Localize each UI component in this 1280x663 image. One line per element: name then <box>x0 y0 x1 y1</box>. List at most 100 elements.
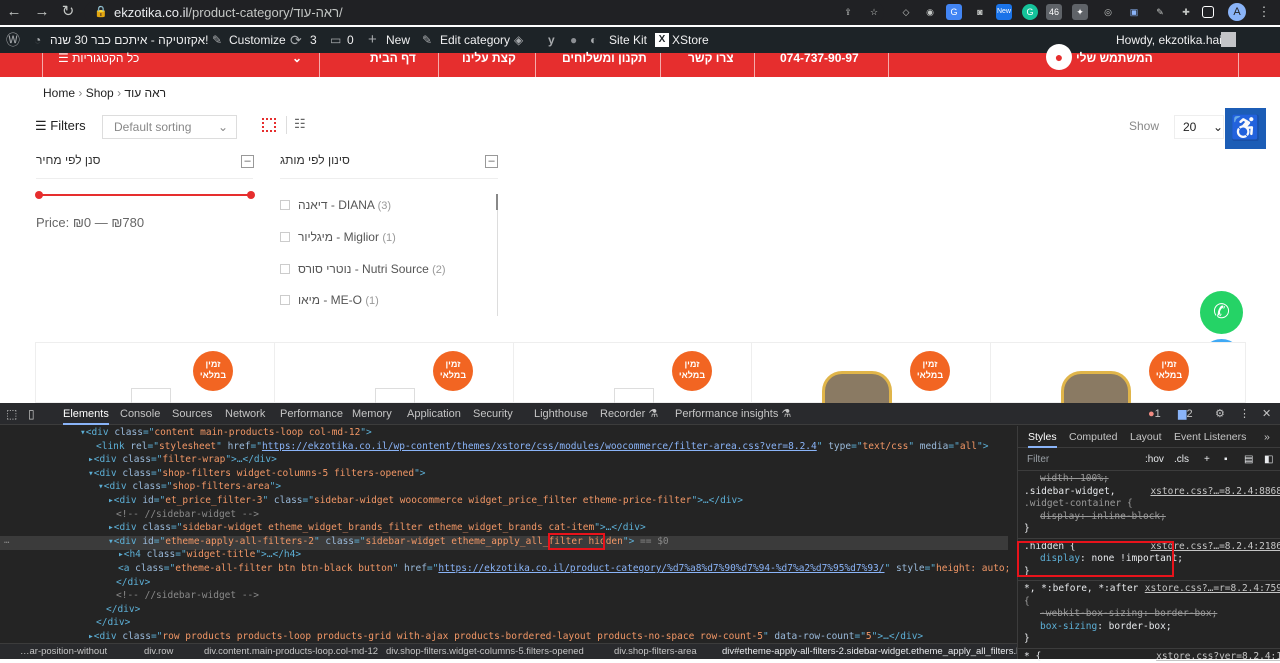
css-source-link[interactable]: xstore.css?ver=8.2.4:1 <box>1156 651 1280 663</box>
dom-node-line[interactable]: <!-- //sidebar-widget --> <box>116 589 259 602</box>
brand-item[interactable]: דיאנה - DIANA (3) <box>280 198 391 212</box>
checkbox[interactable] <box>280 264 290 274</box>
screen-icon[interactable]: ▣ <box>1126 4 1142 20</box>
settings-icon[interactable]: ⚙ <box>1215 403 1225 425</box>
dom-breadcrumb-item[interactable]: div.shop-filters-area <box>614 644 697 659</box>
style-rule-line[interactable]: width: 100%; <box>1040 473 1280 485</box>
wappalyzer-icon[interactable]: 46 <box>1046 4 1062 20</box>
ellipsis-icon[interactable]: … <box>4 536 9 546</box>
new-link[interactable]: New <box>386 27 410 53</box>
style-rule-line[interactable]: { <box>1024 596 1280 608</box>
howdy-link[interactable]: Howdy, ekzotika.haifa <box>1116 27 1232 53</box>
sidebar-toggle-icon[interactable]: ◧ <box>1264 449 1273 471</box>
chevron-right-icon[interactable]: » <box>1264 426 1270 448</box>
style-rule-line[interactable]: } <box>1024 633 1280 645</box>
all-categories-menu[interactable]: ☰ כל הקטגוריות <box>58 52 139 77</box>
more-icon[interactable]: ⋮ <box>1239 403 1250 425</box>
dom-node-line[interactable]: </div> <box>96 616 130 629</box>
checkbox[interactable] <box>280 200 290 210</box>
extension-icon[interactable]: ◇ <box>898 4 914 20</box>
dom-node-line[interactable]: <!-- //sidebar-widget --> <box>116 508 259 521</box>
tab-performance[interactable]: Performance <box>280 403 343 425</box>
translate-icon[interactable]: G <box>946 4 962 20</box>
style-rule-line[interactable]: .widget-container { <box>1024 498 1280 510</box>
error-counter[interactable]: ●1 <box>1148 403 1161 425</box>
accessibility-button[interactable]: ♿ <box>1225 108 1266 149</box>
tab-sources[interactable]: Sources <box>172 403 212 425</box>
product-card[interactable]: זמין במלאי <box>35 342 275 404</box>
css-property[interactable]: box-sizing <box>1040 621 1097 632</box>
scrollbar-thumb[interactable] <box>496 194 498 210</box>
tab-elements[interactable]: Elements <box>63 403 109 425</box>
hov-toggle[interactable]: :hov <box>1145 449 1164 471</box>
globe-icon[interactable]: ◉ <box>922 4 938 20</box>
style-rule-line[interactable]: *, *:before, *:after xstore.css?…=r=8.2.4… <box>1024 583 1280 595</box>
css-property[interactable]: width <box>1040 473 1069 484</box>
user-account-icon[interactable]: ● <box>1046 44 1072 70</box>
css-source-link[interactable]: xstore.css?…=r=8.2.4:759 <box>1145 583 1280 595</box>
dom-node-line[interactable]: <link rel="stylesheet" href="https://ekz… <box>96 440 988 453</box>
style-rule-line[interactable]: -webkit-box-sizing: border-box; <box>1040 608 1280 620</box>
message-counter[interactable]: ▆2 <box>1178 403 1193 425</box>
price-slider-min-handle[interactable] <box>35 191 43 199</box>
dom-breadcrumb-item[interactable]: div#etheme-apply-all-filters-2.sidebar-w… <box>722 644 1017 659</box>
camera-icon[interactable]: ◙ <box>972 4 988 20</box>
breadcrumb-home[interactable]: Home <box>43 86 75 100</box>
customize-link[interactable]: Customize <box>229 27 286 53</box>
dom-breadcrumb-item[interactable]: div.content.main-products-loop.col-md-12 <box>204 644 378 659</box>
css-property[interactable]: -webkit-box-sizing <box>1040 608 1143 619</box>
forward-icon[interactable]: → <box>32 2 52 22</box>
cls-toggle[interactable]: .cls <box>1174 449 1189 471</box>
sidepanel-icon[interactable] <box>1202 6 1214 18</box>
chevron-down-icon[interactable]: ⌄ <box>292 52 302 77</box>
filters-toggle[interactable]: ☰ Filters <box>35 118 86 134</box>
dom-node-line[interactable]: ▾<div class="shop-filters-area"> <box>98 480 281 493</box>
css-value[interactable]: border-box; <box>1154 608 1217 619</box>
tab-computed[interactable]: Computed <box>1069 426 1117 448</box>
dom-node-line[interactable]: ▸<h4 class="widget-title">…</h4> <box>118 548 301 561</box>
css-property[interactable]: display <box>1040 511 1080 522</box>
yoast-icon[interactable]: y <box>548 27 555 53</box>
tab-lighthouse[interactable]: Lighthouse <box>534 403 588 425</box>
share-icon[interactable]: ⇪ <box>840 4 856 20</box>
css-value[interactable]: border-box; <box>1109 621 1172 632</box>
css-value[interactable]: 100%; <box>1080 473 1109 484</box>
dom-node-line[interactable]: <a class="etheme-all-filter btn btn-blac… <box>118 562 1008 575</box>
site-kit-link[interactable]: Site Kit <box>609 27 647 53</box>
tab-application[interactable]: Application <box>407 403 461 425</box>
new-extension-icon[interactable]: New <box>996 4 1012 20</box>
eye-icon[interactable]: ◎ <box>1100 4 1116 20</box>
product-card[interactable]: זמין במלאי <box>274 342 514 404</box>
user-avatar[interactable] <box>1221 32 1236 47</box>
collapse-price-filter-icon[interactable]: – <box>241 155 254 168</box>
whatsapp-button[interactable]: ✆ <box>1200 291 1243 334</box>
style-rule-line[interactable]: box-sizing: border-box; <box>1040 621 1280 633</box>
brand-item[interactable]: מיאו - ME-O (1) <box>280 293 379 307</box>
checkbox[interactable] <box>280 295 290 305</box>
collapse-brand-filter-icon[interactable]: – <box>485 155 498 168</box>
dom-node-line[interactable]: </div> <box>116 576 150 589</box>
brand-item[interactable]: נוטרי סורס - Nutri Source (2) <box>280 262 446 276</box>
tab-recorder[interactable]: Recorder ⚗ <box>600 403 658 425</box>
product-card[interactable]: זמין במלאי <box>751 342 991 404</box>
tab-memory[interactable]: Memory <box>352 403 392 425</box>
reload-icon[interactable]: ↻ <box>58 2 78 22</box>
list-view-icon[interactable]: ☷ <box>294 116 306 132</box>
profile-avatar[interactable]: A <box>1228 3 1246 21</box>
dom-node-line[interactable]: ▾<div class="content main-products-loop … <box>80 426 372 439</box>
breadcrumb-shop[interactable]: Shop <box>86 86 114 100</box>
updates-count[interactable]: 3 <box>310 27 317 53</box>
device-toolbar-icon[interactable]: ▯ <box>28 403 35 425</box>
tab-network[interactable]: Network <box>225 403 265 425</box>
show-select[interactable]: 20 ⌄ <box>1174 115 1224 139</box>
nav-terms[interactable]: תקנון ומשלוחים <box>562 52 647 77</box>
product-card[interactable]: זמין במלאי <box>513 342 752 404</box>
edit-category-link[interactable]: Edit category <box>440 27 510 53</box>
nav-account[interactable]: המשתמש שלי <box>1076 52 1153 77</box>
tab-styles[interactable]: Styles <box>1028 426 1057 448</box>
nav-home[interactable]: דף הבית <box>370 52 416 77</box>
grammarly-icon[interactable]: G <box>1022 4 1038 20</box>
style-rule-line[interactable]: display: inline-block; <box>1040 511 1280 523</box>
tab-security[interactable]: Security <box>473 403 513 425</box>
xstore-link[interactable]: XStore <box>672 27 709 53</box>
